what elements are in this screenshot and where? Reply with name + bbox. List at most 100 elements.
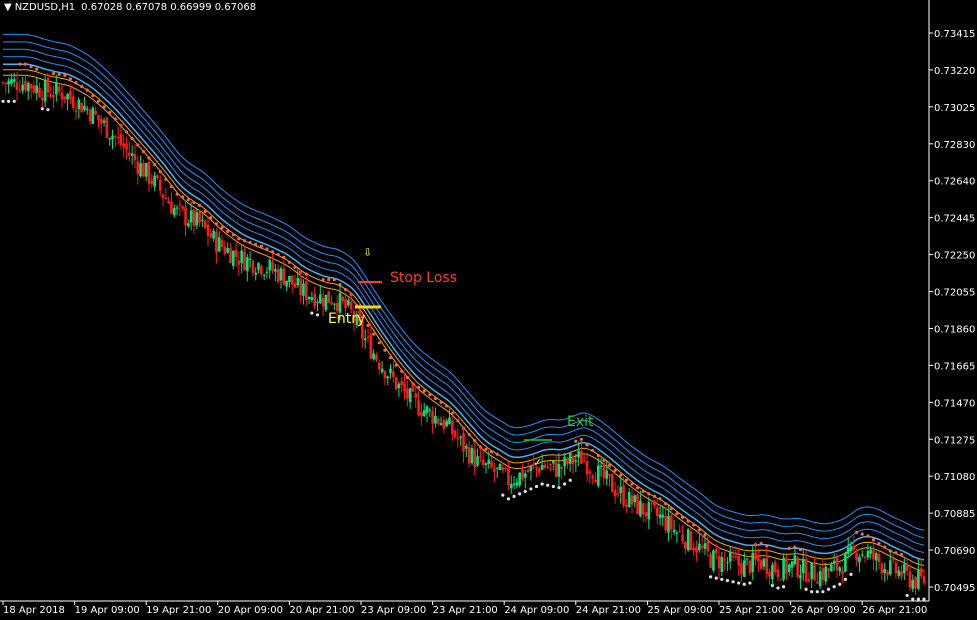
candle-body — [824, 566, 828, 582]
sar-dot — [383, 348, 387, 352]
sar-dot — [737, 581, 741, 585]
candle-body — [1, 82, 5, 84]
candle-body — [605, 470, 609, 479]
y-tick-label: 0.71080 — [934, 472, 975, 483]
candle-body — [858, 557, 861, 563]
orange-ema-line — [3, 69, 925, 566]
ema-bands — [3, 33, 925, 572]
candle-body — [801, 558, 805, 574]
y-tick-label: 0.72055 — [934, 288, 975, 299]
candle-body — [557, 463, 561, 477]
sar-dot — [540, 482, 544, 486]
candle-body — [377, 362, 381, 370]
candle-body — [116, 136, 120, 138]
candle-body — [512, 483, 516, 485]
candle-body — [187, 223, 190, 227]
candle-body — [799, 575, 802, 579]
sar-dot — [197, 203, 202, 207]
sar-dot — [343, 287, 348, 292]
candle-body — [692, 547, 696, 551]
candle-body — [248, 258, 252, 260]
candle-body — [712, 550, 715, 571]
candle-body — [465, 445, 468, 449]
candle-body — [119, 133, 123, 145]
candle-body — [7, 80, 10, 85]
candle-body — [172, 208, 176, 216]
candle-body — [554, 462, 558, 477]
sar-dot — [169, 185, 174, 189]
y-tick-label: 0.70690 — [934, 546, 975, 557]
candle-body — [644, 512, 648, 517]
entry-label: Entry — [328, 311, 365, 327]
x-tick-label: 24 Apr 21:00 — [576, 605, 641, 616]
sar-dot — [40, 107, 44, 111]
candle-body — [318, 294, 322, 303]
chart-window[interactable]: ▼ NZDUSD,H1 0.67028 0.67078 0.66999 0.6706… — [0, 0, 977, 620]
sar-dot — [237, 237, 241, 241]
price-chart[interactable]: Stop Loss Entry Exit ⇩ ✓ 0.734150.732200… — [0, 0, 977, 620]
sar-dot — [484, 447, 488, 451]
candle-body — [434, 415, 437, 424]
candle-body — [29, 84, 33, 89]
sar-dot — [209, 216, 213, 220]
sar-dot — [51, 71, 56, 76]
sar-dot — [192, 200, 196, 205]
y-tick-label: 0.72640 — [934, 177, 975, 188]
candle-body — [408, 388, 412, 403]
candle-body — [580, 451, 583, 464]
x-tick-label: 25 Apr 09:00 — [647, 605, 712, 616]
sar-dot — [164, 177, 168, 181]
candle-body — [285, 280, 288, 287]
candle-body — [695, 547, 698, 553]
sar-dot — [96, 99, 101, 103]
sar-dot — [259, 244, 263, 248]
candle-body — [507, 467, 510, 485]
candle-body — [436, 418, 440, 424]
sar-dot — [658, 497, 662, 501]
candle-body — [577, 451, 580, 458]
candle-body — [220, 239, 224, 248]
candle-body — [215, 231, 218, 253]
candle-body — [599, 465, 603, 467]
candle-body — [841, 570, 844, 575]
candle-body — [288, 275, 291, 283]
sar-dot — [158, 170, 162, 174]
candle-body — [293, 283, 297, 288]
sar-dot — [911, 597, 915, 601]
candle-body — [335, 303, 339, 312]
candle-body — [422, 410, 426, 417]
candle-body — [807, 579, 811, 582]
candle-body — [189, 210, 193, 223]
candle-body — [684, 542, 687, 549]
sar-dot — [826, 587, 831, 591]
candle-body — [886, 571, 889, 576]
sar-dot — [832, 585, 836, 589]
candle-body — [911, 579, 915, 590]
candle-body — [594, 479, 597, 483]
candle-body — [439, 423, 443, 426]
sar-dot — [692, 523, 696, 527]
candle-body — [265, 271, 269, 273]
candle-body — [237, 260, 241, 265]
candle-body — [526, 469, 530, 473]
sar-dot — [445, 404, 449, 408]
candle-body — [686, 529, 690, 551]
candle-body — [414, 393, 418, 398]
sar-dot — [46, 108, 50, 112]
candle-body — [793, 555, 797, 565]
candle-body — [71, 96, 75, 108]
candle-body — [363, 338, 367, 341]
candle-body — [723, 559, 726, 561]
candle-body — [195, 212, 199, 226]
candle-body — [591, 475, 594, 479]
candle-body — [229, 248, 232, 263]
sar-dot — [321, 278, 325, 282]
candle-body — [661, 514, 665, 518]
candle-body — [147, 161, 151, 184]
y-tick-label: 0.71470 — [934, 398, 975, 409]
candle-body — [905, 565, 909, 571]
sar-dot — [147, 156, 151, 160]
sar-dot — [130, 136, 134, 141]
candle-body — [914, 577, 917, 589]
candle-body — [400, 380, 404, 386]
